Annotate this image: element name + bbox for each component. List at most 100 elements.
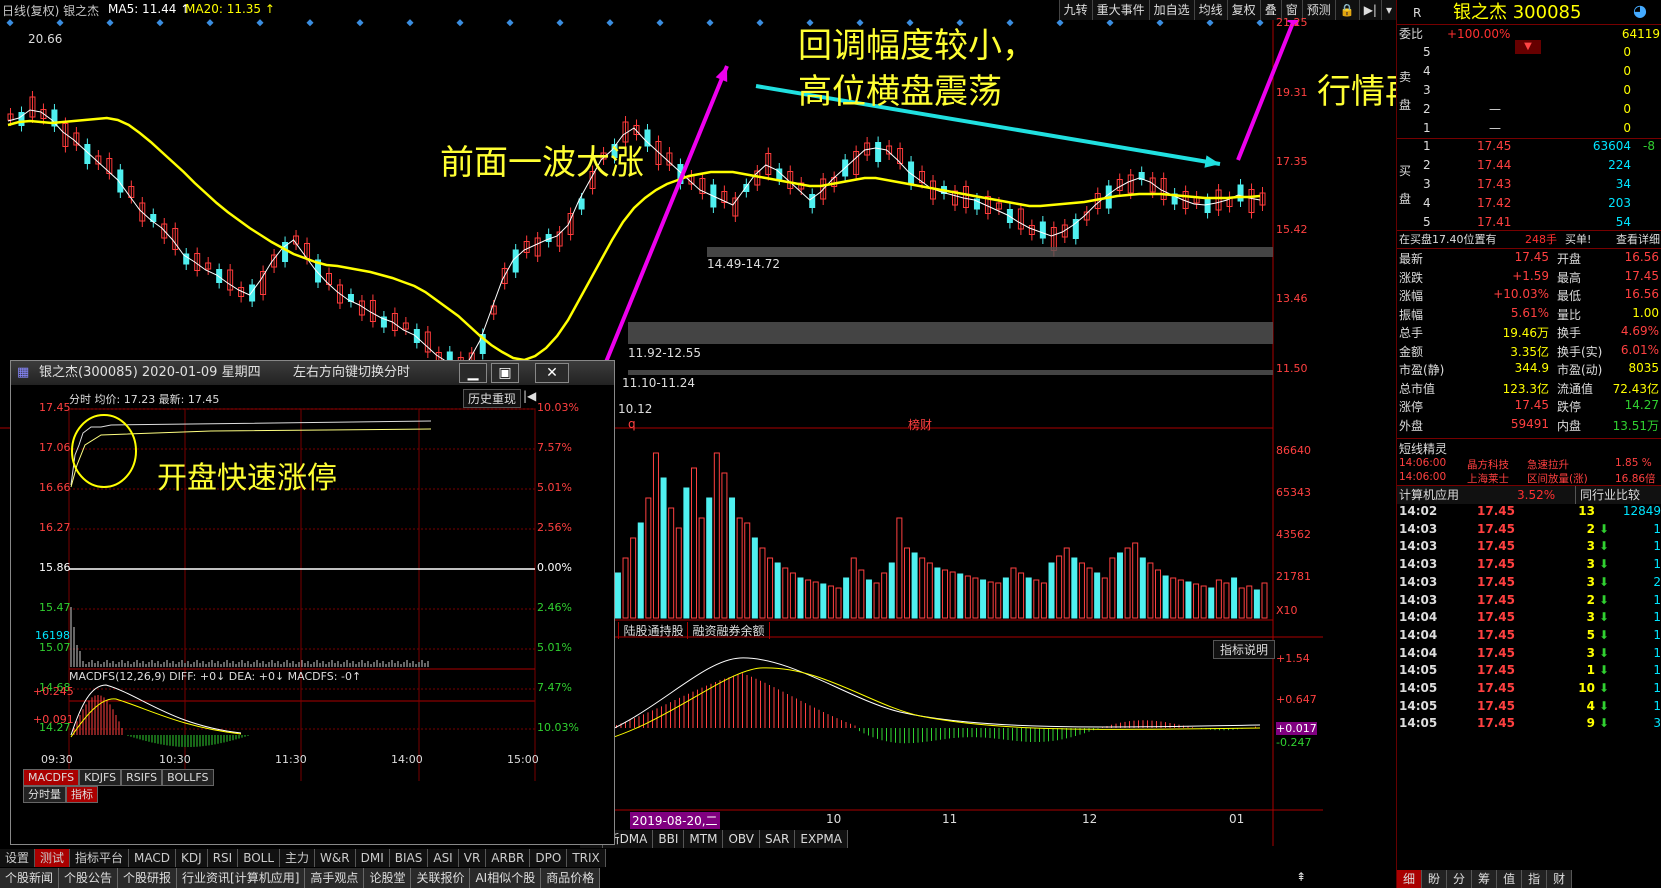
news-tab-1[interactable]: 个股公告 (59, 868, 119, 888)
bottom-tab-3[interactable]: MACD (129, 849, 177, 867)
replay-skip-icon[interactable]: |◀ (523, 389, 536, 403)
volume-bar-48 (949, 571, 956, 619)
stat-value-b: 72.43亿 (1612, 381, 1659, 396)
bottom-tab-8[interactable]: W&R (315, 849, 356, 867)
history-replay-button[interactable]: 历史重现 (463, 389, 522, 408)
intraday-tab-0[interactable]: MACDFS (23, 769, 80, 786)
volume-bar-84 (1223, 582, 1230, 619)
intraday-mode-tab-0[interactable]: 分时量 (23, 786, 66, 803)
quote-tab-3[interactable]: 筹 (1472, 870, 1498, 888)
indicator-tab-5[interactable]: SAR (759, 830, 796, 848)
globe-icon[interactable]: ◕ (1633, 2, 1647, 20)
toolbar-button-2[interactable]: 加自选 (1148, 0, 1194, 20)
stat-row-2: 涨幅 +10.03% 最低 16.56 (1397, 287, 1661, 305)
bottom-tab-10[interactable]: BIAS (389, 849, 429, 867)
toolbar-button-1[interactable]: 重大事件 (1091, 0, 1149, 20)
volume-bar-15 (698, 517, 705, 619)
toolbar-button-9[interactable]: ▶| (1358, 0, 1381, 20)
volume-bar-80 (1193, 583, 1200, 619)
stat-label-a: 总手 (1399, 326, 1424, 340)
close-button[interactable]: ✕ (535, 363, 569, 383)
volume-tick-2: 43562 (1276, 528, 1311, 541)
volume-tab-1[interactable]: 陆股通持股 (619, 622, 689, 639)
news-tab-4[interactable]: 高手观点 (305, 868, 365, 888)
bottom-tab-1[interactable]: 测试 (35, 849, 71, 867)
stat-row-1: 涨跌 +1.59 最高 17.45 (1397, 269, 1661, 287)
bottom-tab-14[interactable]: DPO (530, 849, 568, 867)
bottom-tab-15[interactable]: TRIX (567, 849, 606, 867)
news-tab-2[interactable]: 个股研报 (118, 868, 178, 888)
intraday-tab-1[interactable]: KDJFS (79, 769, 122, 786)
news-tab-0[interactable]: 个股新闻 (0, 868, 60, 888)
toolbar-button-4[interactable]: 复权 (1226, 0, 1260, 20)
maximize-button[interactable]: ▣ (491, 363, 519, 383)
buy-level: 1 (1423, 139, 1431, 153)
intraday-left-tick-1: 17.06 (39, 441, 71, 454)
bottom-tab-4[interactable]: KDJ (176, 849, 208, 867)
intraday-time-2: 11:30 (275, 753, 307, 766)
intraday-mode-tab-1[interactable]: 指标 (66, 786, 98, 803)
minimize-button[interactable]: ▁ (459, 363, 487, 383)
bottom-tab-11[interactable]: ASI (428, 849, 459, 867)
intraday-time-4: 15:00 (507, 753, 539, 766)
quote-tab-6[interactable]: 财 (1547, 870, 1573, 888)
bottom-tab-13[interactable]: ARBR (486, 849, 531, 867)
quote-tab-0[interactable]: 细 (1397, 870, 1423, 888)
stat-row-7: 总市值 123.3亿 流通值 72.43亿 (1397, 380, 1661, 398)
popup-title-bar[interactable]: ▦ 银之杰(300085) 2020-01-09 星期四 左右方向键切换分时 ▁… (11, 361, 614, 385)
bottom-tab-7[interactable]: 主力 (280, 849, 316, 867)
industry-compare-button[interactable]: 同行业比较 (1575, 486, 1644, 504)
volume-bar-39 (881, 572, 888, 619)
tick-time: 14:04 (1399, 645, 1438, 660)
news-tab-6[interactable]: 关联报价 (411, 868, 471, 888)
intraday-tab-3[interactable]: BOLLFS (162, 769, 214, 786)
arrow-up-2-shaft (1236, 9, 1300, 161)
stat-value-a: +1.59 (1512, 268, 1549, 283)
tick-time: 14:03 (1399, 539, 1438, 554)
news-tab-3[interactable]: 行业资讯[计算机应用] (177, 868, 306, 888)
event-marker-6 (306, 19, 314, 27)
volume-tab-2[interactable]: 融资融券余额 (688, 622, 770, 639)
bottom-tab-6[interactable]: BOLL (238, 849, 281, 867)
bottom-tab-9[interactable]: DMI (355, 849, 390, 867)
quote-tab-1[interactable]: 盼 (1422, 870, 1448, 888)
toolbar-button-0[interactable]: 九转 (1058, 0, 1092, 20)
stat-label-a: 金额 (1399, 344, 1424, 359)
bottom-tab-0[interactable]: 设置 (0, 849, 36, 867)
toolbar-button-3[interactable]: 均线 (1193, 0, 1227, 20)
quote-tab-4[interactable]: 值 (1497, 870, 1523, 888)
indicator-help-button[interactable]: 指标说明 (1213, 640, 1276, 659)
scroll-up-icon[interactable]: ⇞ (1296, 870, 1306, 884)
volume-bar-21 (744, 522, 751, 619)
view-detail-link[interactable]: 查看详细 (1616, 231, 1660, 249)
news-tab-7[interactable]: AI相似个股 (470, 868, 542, 888)
indicator-tab-4[interactable]: OBV (723, 830, 760, 848)
quote-tab-5[interactable]: 指 (1522, 870, 1548, 888)
buy-level: 3 (1423, 177, 1431, 191)
volume-bar-42 (903, 547, 910, 619)
indicator-tab-2[interactable]: BBI (653, 830, 685, 848)
intraday-left-tick-6: 15.07 (39, 641, 71, 654)
quote-tab-2[interactable]: 分 (1447, 870, 1473, 888)
event-marker-2 (106, 19, 114, 27)
bottom-tab-2[interactable]: 指标平台 (70, 849, 130, 867)
event-marker-13 (656, 19, 664, 27)
candle-46 (512, 249, 519, 273)
toolbar-button-8[interactable]: 🔒 (1334, 0, 1359, 20)
news-tab-8[interactable]: 商品价格 (541, 868, 601, 888)
bottom-tab-12[interactable]: VR (458, 849, 487, 867)
tick-time: 14:03 (1399, 557, 1438, 572)
indicator-tab-3[interactable]: MTM (684, 830, 724, 848)
intraday-tab-2[interactable]: RSIFS (121, 769, 163, 786)
intraday-popup-window[interactable]: ▦ 银之杰(300085) 2020-01-09 星期四 左右方向键切换分时 ▁… (10, 360, 615, 845)
news-tab-5[interactable]: 论股堂 (364, 868, 412, 888)
stat-row-6: 市盈(静) 344.9 市盈(动) 8035 (1397, 361, 1661, 379)
alert-row-1: 14:06:00 上海莱士 区间放量(涨) 16.86倍 (1397, 471, 1661, 485)
intraday-left-tick-2: 16.66 (39, 481, 71, 494)
bottom-tab-5[interactable]: RSI (207, 849, 239, 867)
indicator-tab-6[interactable]: EXPMA (795, 830, 848, 848)
toolbar-button-10[interactable]: ▾ (1380, 0, 1396, 20)
volume-bar-12 (675, 527, 682, 619)
stat-value-b: 6.01% (1620, 342, 1659, 357)
event-marker-22 (1106, 19, 1114, 27)
